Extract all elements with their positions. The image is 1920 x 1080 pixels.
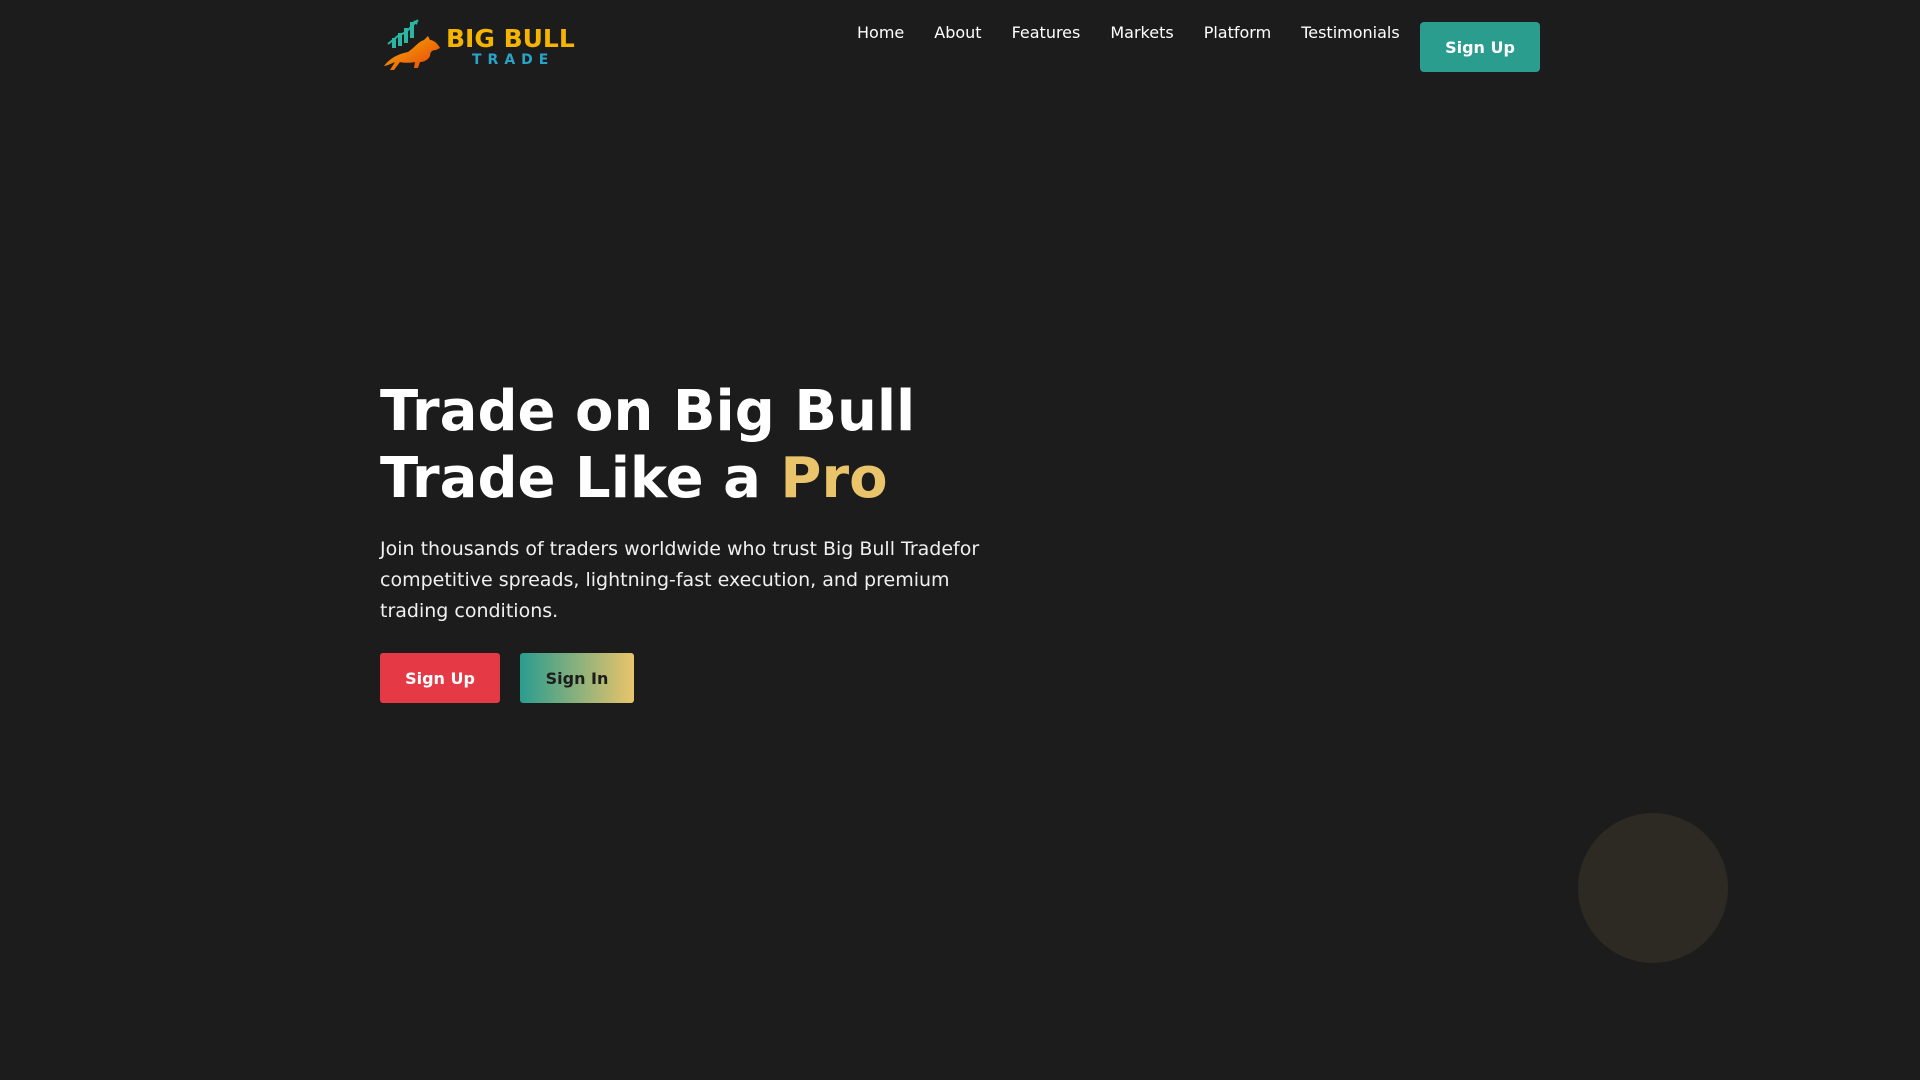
hero-cta-group: Sign Up Sign In xyxy=(380,653,634,703)
hero-section: Trade on Big Bull Trade Like a Pro Join … xyxy=(380,378,1020,627)
nav-item-home[interactable]: Home xyxy=(857,22,904,44)
hero-title: Trade on Big Bull Trade Like a Pro xyxy=(380,378,1020,512)
decorative-circle xyxy=(1578,813,1728,963)
header-signup-button[interactable]: Sign Up xyxy=(1420,22,1540,72)
nav-item-testimonials[interactable]: Testimonials xyxy=(1301,22,1400,44)
landing-page: BIG BULL TRADE Home About Features Marke… xyxy=(0,0,1920,1080)
nav-item-features[interactable]: Features xyxy=(1012,22,1081,44)
hero-description: Join thousands of traders worldwide who … xyxy=(380,538,980,622)
hero-title-accent: Pro xyxy=(780,446,888,511)
brand-logo[interactable]: BIG BULL TRADE xyxy=(380,18,580,74)
logo-subtitle: TRADE xyxy=(472,52,555,68)
nav-item-markets[interactable]: Markets xyxy=(1110,22,1173,44)
hero-signup-button[interactable]: Sign Up xyxy=(380,653,500,703)
nav-item-platform[interactable]: Platform xyxy=(1204,22,1271,44)
logo-wordmark: BIG BULL xyxy=(446,24,575,53)
hero-signin-button[interactable]: Sign In xyxy=(520,653,634,703)
nav-item-about[interactable]: About xyxy=(934,22,981,44)
bull-logo-icon xyxy=(384,19,440,70)
hero-title-line1: Trade on Big Bull xyxy=(380,379,916,444)
main-nav: Home About Features Markets Platform Tes… xyxy=(857,22,1430,44)
hero-title-line2-prefix: Trade Like a xyxy=(380,446,781,511)
site-header: BIG BULL TRADE Home About Features Marke… xyxy=(0,0,1920,96)
